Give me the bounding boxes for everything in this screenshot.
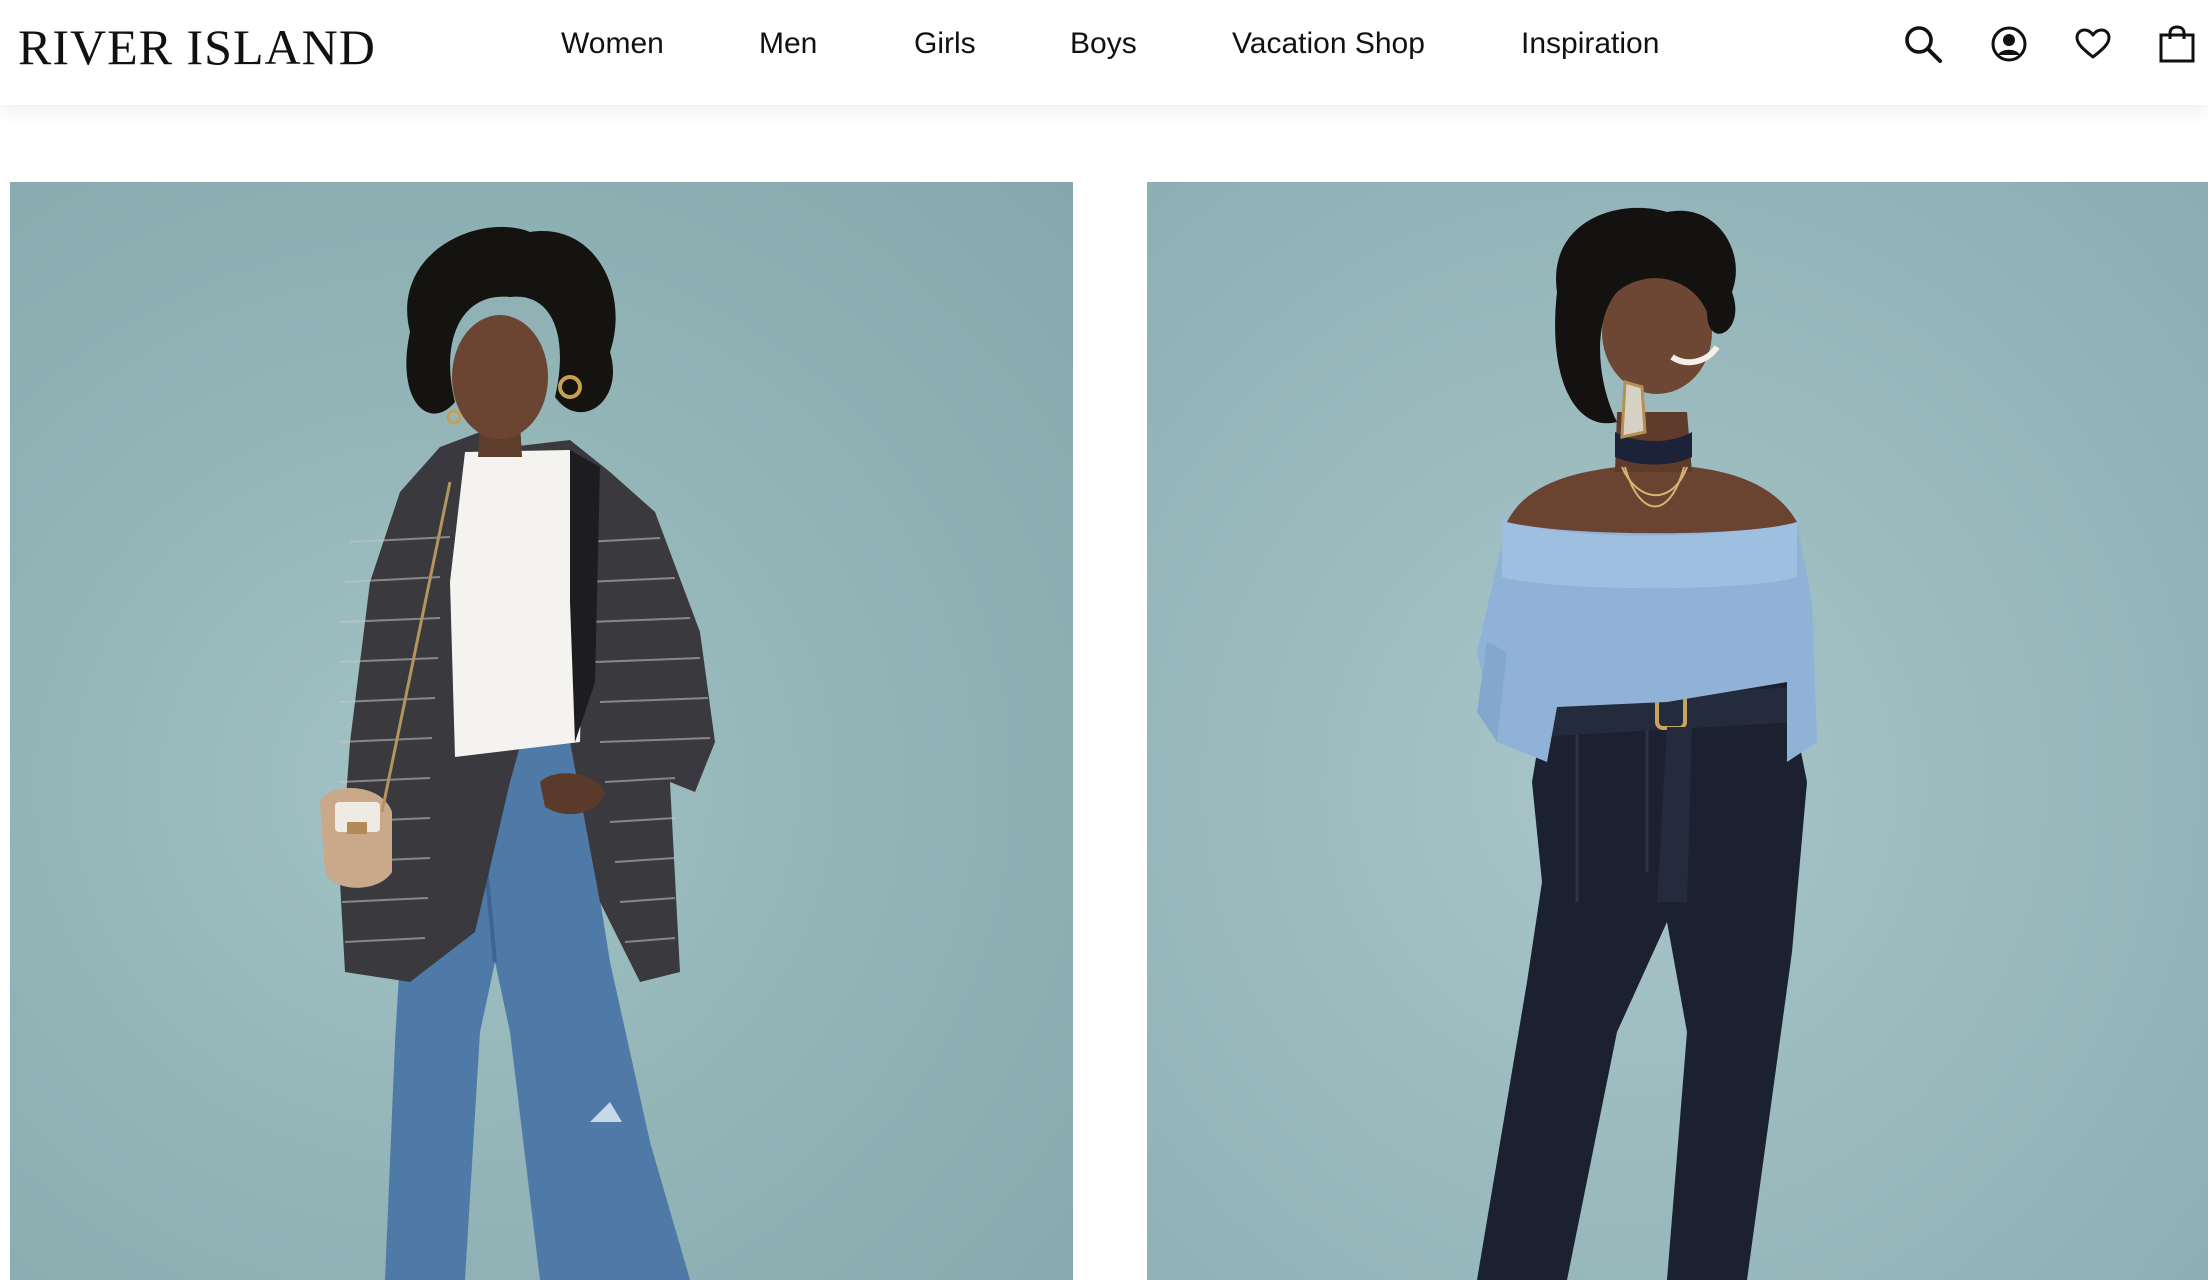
nav-item-girls[interactable]: Girls: [914, 24, 976, 64]
shopping-bag-icon: [2159, 25, 2195, 63]
nav-item-women[interactable]: Women: [561, 24, 664, 64]
site-header: RIVER ISLAND Women Men Girls Boys Vacati…: [0, 0, 2208, 105]
wishlist-heart-icon: [2075, 28, 2111, 59]
model-tweed-blazer-image: [320, 226, 715, 1280]
wishlist-button[interactable]: [2070, 21, 2116, 67]
nav-item-boys[interactable]: Boys: [1070, 24, 1137, 64]
nav-item-men[interactable]: Men: [759, 24, 817, 64]
search-icon: [1905, 26, 1942, 63]
nav-item-vacation-shop[interactable]: Vacation Shop: [1232, 24, 1425, 64]
account-icon: [1991, 26, 2027, 62]
hero-image-tile-right[interactable]: [1147, 182, 2208, 1280]
hero-image-tile-left[interactable]: [10, 182, 1073, 1280]
nav-item-inspiration[interactable]: Inspiration: [1521, 24, 1659, 64]
model-blue-sweater-image: [1477, 207, 1817, 1280]
account-button[interactable]: [1986, 21, 2032, 67]
shopping-bag-button[interactable]: [2154, 21, 2200, 67]
main-navigation: Women Men Girls Boys Vacation Shop Inspi…: [0, 0, 2208, 90]
search-button[interactable]: [1900, 21, 1946, 67]
